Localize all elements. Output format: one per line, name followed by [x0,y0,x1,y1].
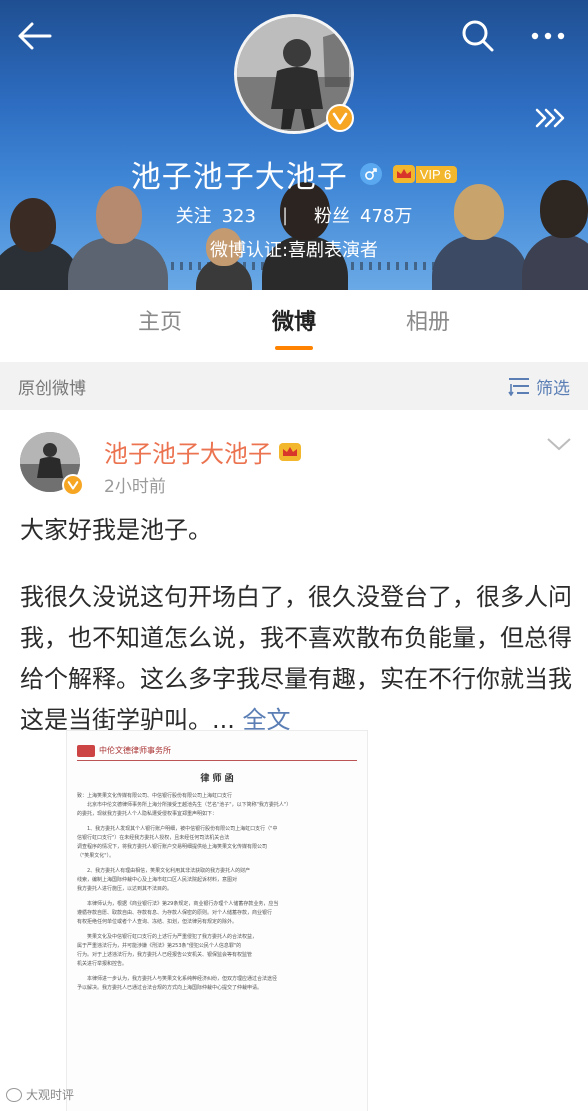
watermark-text: 大观时评 [26,1088,75,1102]
profile-stats: 关注 323 | 粉丝 478万 [0,202,588,228]
forward-icon [535,108,565,128]
filter-bar: 原创微博 筛选 [0,362,588,410]
followers-count: 478万 [360,206,413,227]
male-icon [359,163,382,185]
filter-button[interactable]: 筛选 [508,374,570,399]
filter-icon [508,378,529,396]
cover-crowd-image [0,180,588,290]
letter-line: 遵循存款自愿、取款自由、存款有息、为存款人保密的原则。对个人储蓄存款，商业银行 [77,910,273,916]
profile-name: 池子池子大池子 [130,160,348,195]
letter-line: 致：上海笑果文化传媒有限公司、中信银行股份有限公司上海虹口支行 [77,793,233,799]
verification-text: 微博认证:喜剧表演者 [209,240,379,261]
filter-button-label: 筛选 [536,378,570,399]
more-icon [531,32,565,40]
verified-badge [326,104,354,132]
followers-label: 粉丝 [314,206,351,227]
vip-level: VIP 6 [415,165,458,183]
letter-line: 本律师进一步认为，我方委托人与笑果文化系纯粹经济纠纷，但双方理应通过合法途径 [87,976,278,982]
letter-line: 行为。对于上述违法行为，我方委托人已经报告公安机关、银保监会等有权监管 [77,952,253,958]
post-paragraph: 我很久没说这句开场白了，很久没登台了，很多人问我，也不知道怎么说，我不喜欢散布负… [20,577,576,741]
tab-album[interactable]: 相册 [361,290,495,358]
profile-tabs: 主页 微博 相册 [0,290,588,358]
letter-line: 有权拒绝任何单位或者个人查询、冻结、扣划，但法律另有规定的除外。 [77,919,238,925]
filter-label: 原创微博 [18,378,86,399]
verified-v-icon [332,112,348,125]
tab-weibo[interactable]: 微博 [227,290,361,358]
post-menu-button[interactable] [546,436,572,456]
chevron-down-icon [547,438,571,451]
tab-home[interactable]: 主页 [93,290,227,358]
profile-name-row: 池子池子大池子 VIP 6 [0,152,588,196]
letter-line: 予以解决。我方委托人已通过合法合规的方式向上海国际仲裁中心提交了仲裁申请。 [77,985,263,991]
post-author-name[interactable]: 池子池子大池子 [104,434,272,469]
weibo-post: 池子池子大池子 2小时前 大家好我是池子。 我很久没说这句开场白了，很久没登台了… [0,410,588,1111]
vip-crown-icon [279,442,301,461]
letter-line: 北京市中伦文德律师事务所上海分所接受王越池先生（艺名"池子"，以下简称"我方委托… [87,802,292,808]
letter-line: 属于严重违法行为，并可能涉嫌《刑法》第253条"侵犯公民个人信息罪"的 [77,943,242,949]
post-verified-badge [62,474,84,496]
letter-line: 信银行虹口支行"）在未经我方委托人授权，且未经任何司法机关合法 [77,835,230,841]
letter-line: 笑果文化及中信银行虹口支行的上述行为严重侵犯了我方委托人的合法权益， [87,934,258,940]
post-image-lawyer-letter[interactable]: 中伦文德律师事务所 律 师 函 致：上海笑果文化传媒有限公司、中信银行股份有限公… [66,730,368,1111]
law-firm-name: 中伦文德律师事务所 [99,746,171,755]
post-text: 我很久没说这句开场白了，很久没登台了，很多人问我，也不知道怎么说，我不喜欢散布负… [20,583,572,734]
letter-line: （"笑果文化"）。 [77,853,115,859]
tab-home-label: 主页 [137,310,182,335]
letter-line: 机关进行举报和控告。 [77,961,128,967]
letter-line: 的委托，现就我方委托人个人隐私遭受侵权事宜郑重声明如下： [77,811,218,817]
active-tab-indicator [275,346,313,350]
verified-v-icon [67,481,79,490]
following-label: 关注 [175,206,212,227]
letter-title: 律 师 函 [200,774,234,784]
post-paragraph: 大家好我是池子。 [20,516,212,544]
following-stat[interactable]: 关注 323 [176,202,256,228]
letter-line: 本律师认为，根据《商业银行法》第29条规定，商业银行办理个人储蓄存款业务，应当 [87,901,279,907]
back-button[interactable] [12,14,56,58]
vip-badge[interactable]: VIP 6 [392,163,458,185]
watermark-logo-icon [6,1087,22,1102]
post-timestamp: 2小时前 [104,477,166,497]
law-firm-logo [77,744,95,757]
back-arrow-icon [18,22,52,50]
post-author-row: 池子池子大池子 [104,434,302,469]
search-icon [462,20,494,52]
vip-crown-icon [392,165,415,183]
following-count: 323 [221,206,256,227]
letter-header: 中伦文德律师事务所 [77,741,357,761]
share-button[interactable] [528,100,572,136]
tab-weibo-label: 微博 [271,310,316,335]
search-button[interactable] [456,14,500,58]
tab-album-label: 相册 [405,310,450,335]
followers-stat[interactable]: 粉丝 478万 [314,202,412,228]
letter-line: 2、我方委托人有理由相信，笑果文化利用其非法获取的我方委托人的财产 [87,868,251,874]
more-button[interactable] [526,14,570,58]
watermark: 大观时评 [6,1086,74,1103]
letter-line: 线索，编制上海国际仲裁中心及上海市虹口区人民法院起诉材料，意图对 [77,877,238,883]
post-body: 大家好我是池子。 我很久没说这句开场白了，很久没登台了，很多人问我，也不知道怎么… [20,510,576,741]
letter-line: 1、我方委托人发现其个人银行账户明细，被中信银行股份有限公司上海虹口支行（"中 [87,826,278,832]
letter-line: 调查程序的情况下，将我方委托人银行账户交易明细提供给上海笑果文化传媒有限公司 [77,844,268,850]
stats-divider: | [281,204,289,226]
letter-line: 我方委托人进行施压，以达到其不法目的。 [77,886,173,892]
